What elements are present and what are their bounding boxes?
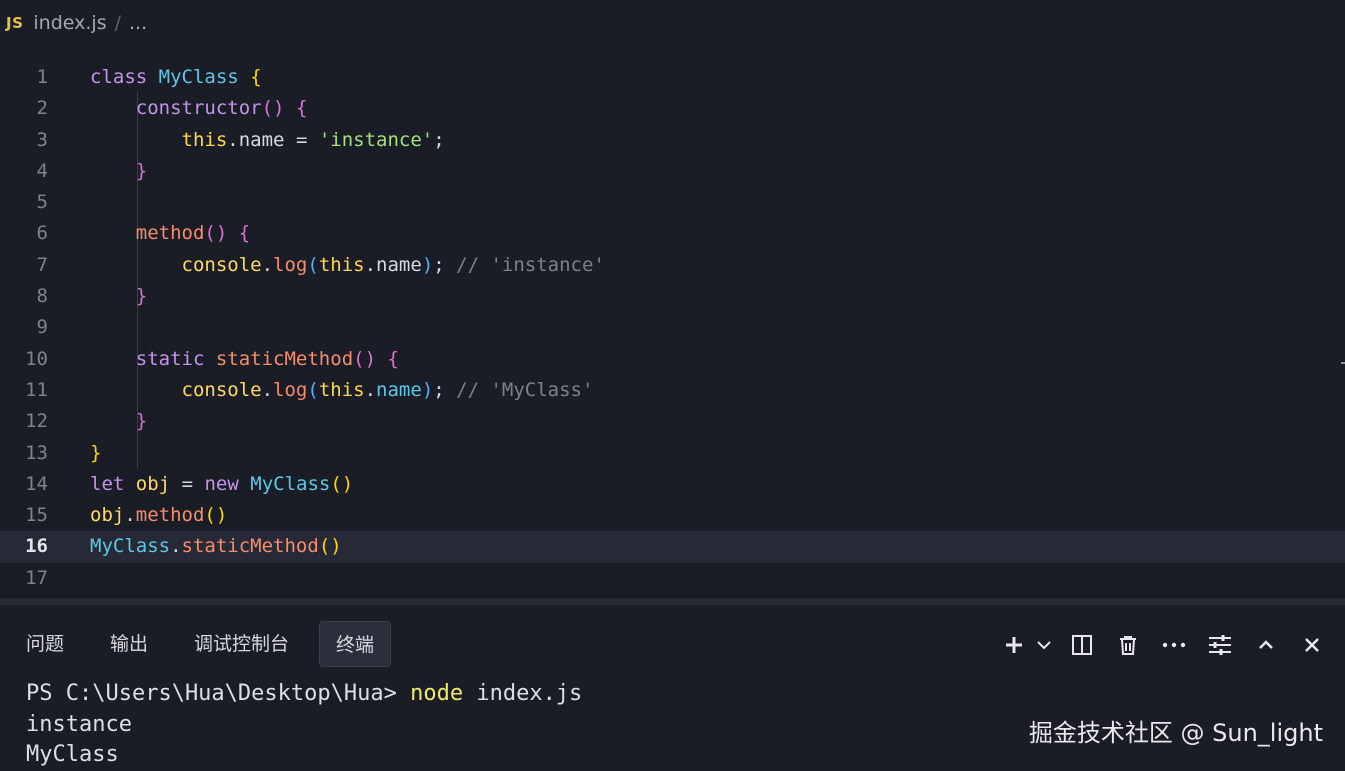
line-number: 6 xyxy=(36,222,48,245)
line-number: 12 xyxy=(25,410,48,433)
javascript-file-icon: JS xyxy=(6,14,24,32)
code-line: 4 } xyxy=(0,156,1345,187)
panel-tabs: 问题 输出 调试控制台 终端 xyxy=(10,621,405,667)
code-editor[interactable]: 1 class MyClass { 2 constructor() { 3 thi… xyxy=(0,62,1345,598)
line-number: 2 xyxy=(36,97,48,120)
chevron-up-icon[interactable] xyxy=(1243,627,1289,663)
code-line: 3 this.name = 'instance'; xyxy=(0,125,1345,156)
panel-toolbar xyxy=(999,627,1335,663)
code-line: 8 } xyxy=(0,281,1345,312)
code-line: 10 static staticMethod() { xyxy=(0,344,1345,375)
tab-problems[interactable]: 问题 xyxy=(10,621,80,667)
tab-output[interactable]: 输出 xyxy=(94,621,164,667)
close-icon[interactable] xyxy=(1289,627,1335,663)
code-line: 9 xyxy=(0,312,1345,343)
line-number: 3 xyxy=(36,128,48,151)
code-line: 13} xyxy=(0,438,1345,469)
watermark: 掘金技术社区 @ Sun_light xyxy=(1028,719,1323,747)
line-number: 10 xyxy=(25,347,48,370)
more-icon[interactable] xyxy=(1151,627,1197,663)
code-line: 12 } xyxy=(0,406,1345,437)
terminal-output-line: instance xyxy=(26,711,132,737)
line-number: 4 xyxy=(36,159,48,182)
code-line-active: 16 MyClass.staticMethod() xyxy=(0,531,1345,563)
breadcrumb-ellipsis[interactable]: ... xyxy=(129,12,147,34)
breadcrumb-separator: / xyxy=(114,12,121,34)
line-number: 13 xyxy=(25,441,48,464)
chevron-down-icon[interactable] xyxy=(1029,627,1059,663)
terminal-args: index.js xyxy=(463,681,583,706)
breadcrumb-file[interactable]: index.js xyxy=(33,12,106,34)
scrollbar-marker xyxy=(1341,362,1345,364)
breadcrumb: JS index.js / ... xyxy=(0,0,1345,46)
tab-debug-console[interactable]: 调试控制台 xyxy=(178,621,305,667)
line-number: 1 xyxy=(36,66,48,88)
terminal-prompt-line: PS C:\Users\Hua\Desktop\Hua> node index.… xyxy=(26,679,582,710)
line-number: 5 xyxy=(36,191,48,214)
line-number: 9 xyxy=(36,316,48,339)
bottom-panel: 问题 输出 调试控制台 终端 PS C:\Users\Hua\Desktop\H… xyxy=(0,605,1345,769)
code-line: 6 method() { xyxy=(0,218,1345,249)
terminal-output-line: MyClass xyxy=(26,742,119,767)
panel-resize-handle[interactable] xyxy=(0,598,1345,605)
code-line: 11 console.log(this.name); // 'MyClass' xyxy=(0,375,1345,406)
terminal-command: node xyxy=(410,681,464,706)
split-icon[interactable] xyxy=(1059,627,1105,663)
line-number: 17 xyxy=(25,566,48,589)
add-icon[interactable] xyxy=(999,627,1029,663)
line-number: 15 xyxy=(25,504,48,527)
code-line: 17 xyxy=(0,563,1345,594)
trash-icon[interactable] xyxy=(1105,627,1151,663)
code-line: 14 let obj = new MyClass() xyxy=(0,469,1345,500)
line-number: 14 xyxy=(25,472,48,495)
code-line: 7 console.log(this.name); // 'instance' xyxy=(0,250,1345,281)
code-line: 2 constructor() { xyxy=(0,93,1345,124)
terminal-output[interactable]: PS C:\Users\Hua\Desktop\Hua> node index.… xyxy=(26,679,582,771)
settings-sliders-icon[interactable] xyxy=(1197,627,1243,663)
tab-terminal[interactable]: 终端 xyxy=(319,621,392,667)
line-number: 7 xyxy=(36,253,48,276)
line-number: 11 xyxy=(25,378,48,401)
line-number: 8 xyxy=(36,285,48,308)
code-line: 5 xyxy=(0,187,1345,218)
line-number: 16 xyxy=(25,535,48,558)
code-line: 15 obj.method() xyxy=(0,500,1345,531)
code-line: 1 class MyClass { xyxy=(0,62,1345,93)
terminal-prompt: PS C:\Users\Hua\Desktop\Hua> xyxy=(26,681,411,706)
